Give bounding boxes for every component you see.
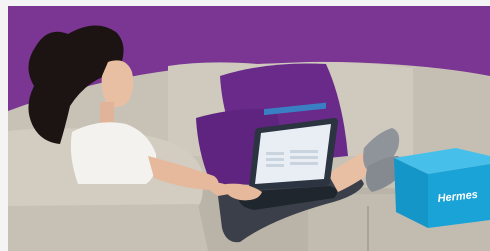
parcel-box [394, 148, 490, 228]
sofa-back-right [413, 68, 490, 156]
photo-frame: Hermes [8, 6, 490, 251]
photo-illustration: Hermes [8, 6, 490, 251]
face [101, 60, 134, 108]
